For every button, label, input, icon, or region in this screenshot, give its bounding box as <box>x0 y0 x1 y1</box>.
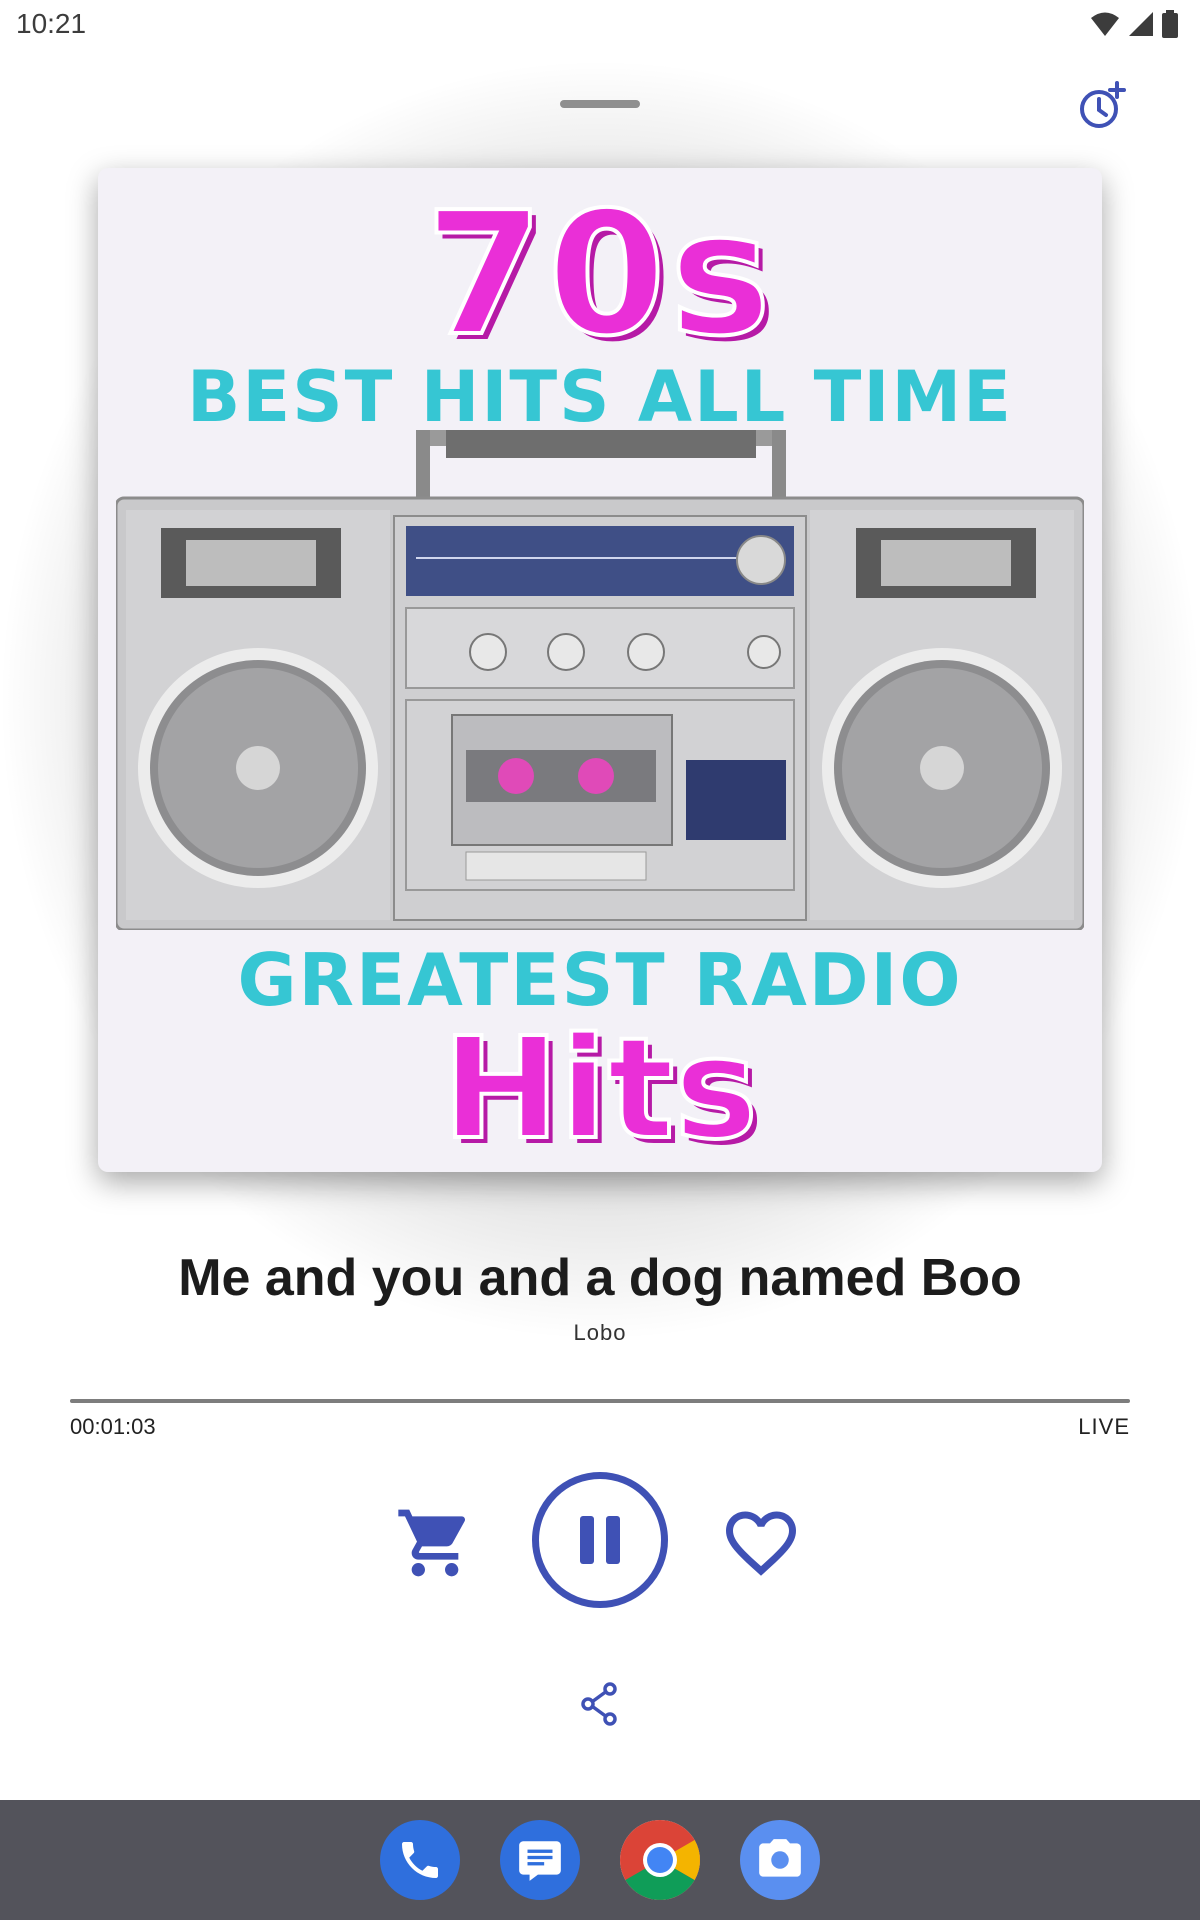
messages-icon <box>519 1841 561 1881</box>
dock-messages-app[interactable] <box>500 1820 580 1900</box>
dock-bar <box>0 1800 1200 1920</box>
play-pause-button[interactable] <box>532 1472 668 1608</box>
artist-name: Lobo <box>573 1320 627 1345</box>
artwork-text-70s: 70s <box>423 174 775 376</box>
elapsed-time: 00:01:03 <box>70 1414 156 1439</box>
artwork-text-best-hits: BEST HITS ALL TIME <box>187 356 1013 438</box>
cart-icon <box>398 1509 466 1577</box>
dock-chrome-app[interactable] <box>620 1820 700 1900</box>
alarm-add-icon <box>1080 81 1126 128</box>
artwork-text-hits: Hits <box>440 1006 759 1172</box>
album-artwork: 70s BEST HITS ALL TIME GREATEST RADIO Hi… <box>98 168 1102 1172</box>
drag-handle[interactable] <box>560 100 640 108</box>
song-title: Me and you and a dog named Boo <box>178 1249 1022 1307</box>
status-icons <box>1090 10 1178 38</box>
battery-icon <box>1162 10 1178 38</box>
live-label: LIVE <box>1078 1414 1130 1439</box>
share-button[interactable] <box>572 1676 628 1732</box>
sleep-timer-button[interactable] <box>1074 78 1130 134</box>
dock-camera-app[interactable] <box>740 1820 820 1900</box>
heart-outline-icon <box>726 1511 796 1576</box>
camera-icon <box>759 1839 801 1877</box>
chrome-icon <box>620 1820 700 1900</box>
favorite-button[interactable] <box>716 1498 806 1588</box>
wifi-icon <box>1091 12 1119 36</box>
buy-button[interactable] <box>390 1498 480 1588</box>
phone-icon <box>402 1842 438 1878</box>
share-icon <box>581 1682 617 1726</box>
status-bar: 10:21 <box>0 0 1200 52</box>
boombox-illustration <box>116 430 1084 930</box>
status-time: 10:21 <box>16 8 87 39</box>
progress-bar[interactable] <box>70 1399 1130 1403</box>
pause-icon <box>580 1516 620 1564</box>
dock-phone-app[interactable] <box>380 1820 460 1900</box>
signal-icon <box>1129 12 1153 36</box>
